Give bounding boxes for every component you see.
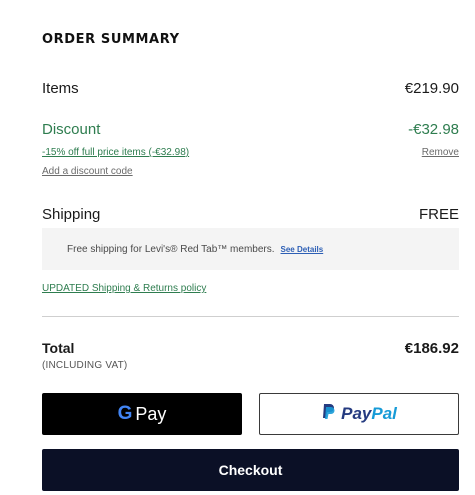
total-label: Total: [42, 340, 75, 356]
shipping-banner: Free shipping for Levi's® Red Tab™ membe…: [42, 228, 459, 270]
discount-value: -€32.98: [408, 121, 459, 138]
discount-label: Discount: [42, 121, 101, 138]
promo-row: -15% off full price items (-€32.98) Remo…: [42, 147, 459, 158]
promo-applied-link[interactable]: -15% off full price items (-€32.98): [42, 147, 189, 158]
order-summary-title: ORDER SUMMARY: [42, 32, 180, 47]
items-row: Items €219.90: [42, 80, 459, 97]
paypal-label-a: Pay: [341, 404, 372, 423]
google-pay-button[interactable]: G Pay: [42, 393, 242, 435]
shipping-returns-policy-link[interactable]: UPDATED Shipping & Returns policy: [42, 283, 206, 294]
total-vat-note: (INCLUDING VAT): [42, 360, 128, 371]
divider: [42, 316, 459, 317]
banner-text: Free shipping for Levi's® Red Tab™ membe…: [67, 243, 275, 255]
total-row: Total €186.92: [42, 340, 459, 357]
items-value: €219.90: [404, 80, 459, 97]
paypal-button[interactable]: Pay Pal: [259, 393, 459, 435]
shipping-label: Shipping: [42, 206, 101, 223]
google-g-icon: G: [117, 403, 133, 424]
total-value: €186.92: [404, 340, 459, 357]
discount-row: Discount -€32.98: [42, 121, 459, 138]
paypal-icon: [321, 403, 335, 425]
checkout-button[interactable]: Checkout: [42, 449, 459, 491]
google-pay-label: Pay: [135, 403, 167, 424]
shipping-row: Shipping FREE: [42, 206, 459, 223]
order-summary-panel: ORDER SUMMARY Items €219.90 Discount -€3…: [0, 0, 475, 495]
remove-discount-link[interactable]: Remove: [422, 147, 459, 158]
shipping-value: FREE: [418, 206, 459, 223]
see-details-link[interactable]: See Details: [281, 245, 324, 254]
paypal-label-b: Pal: [371, 404, 397, 423]
items-label: Items: [42, 80, 79, 97]
add-discount-code-link[interactable]: Add a discount code: [42, 166, 133, 177]
